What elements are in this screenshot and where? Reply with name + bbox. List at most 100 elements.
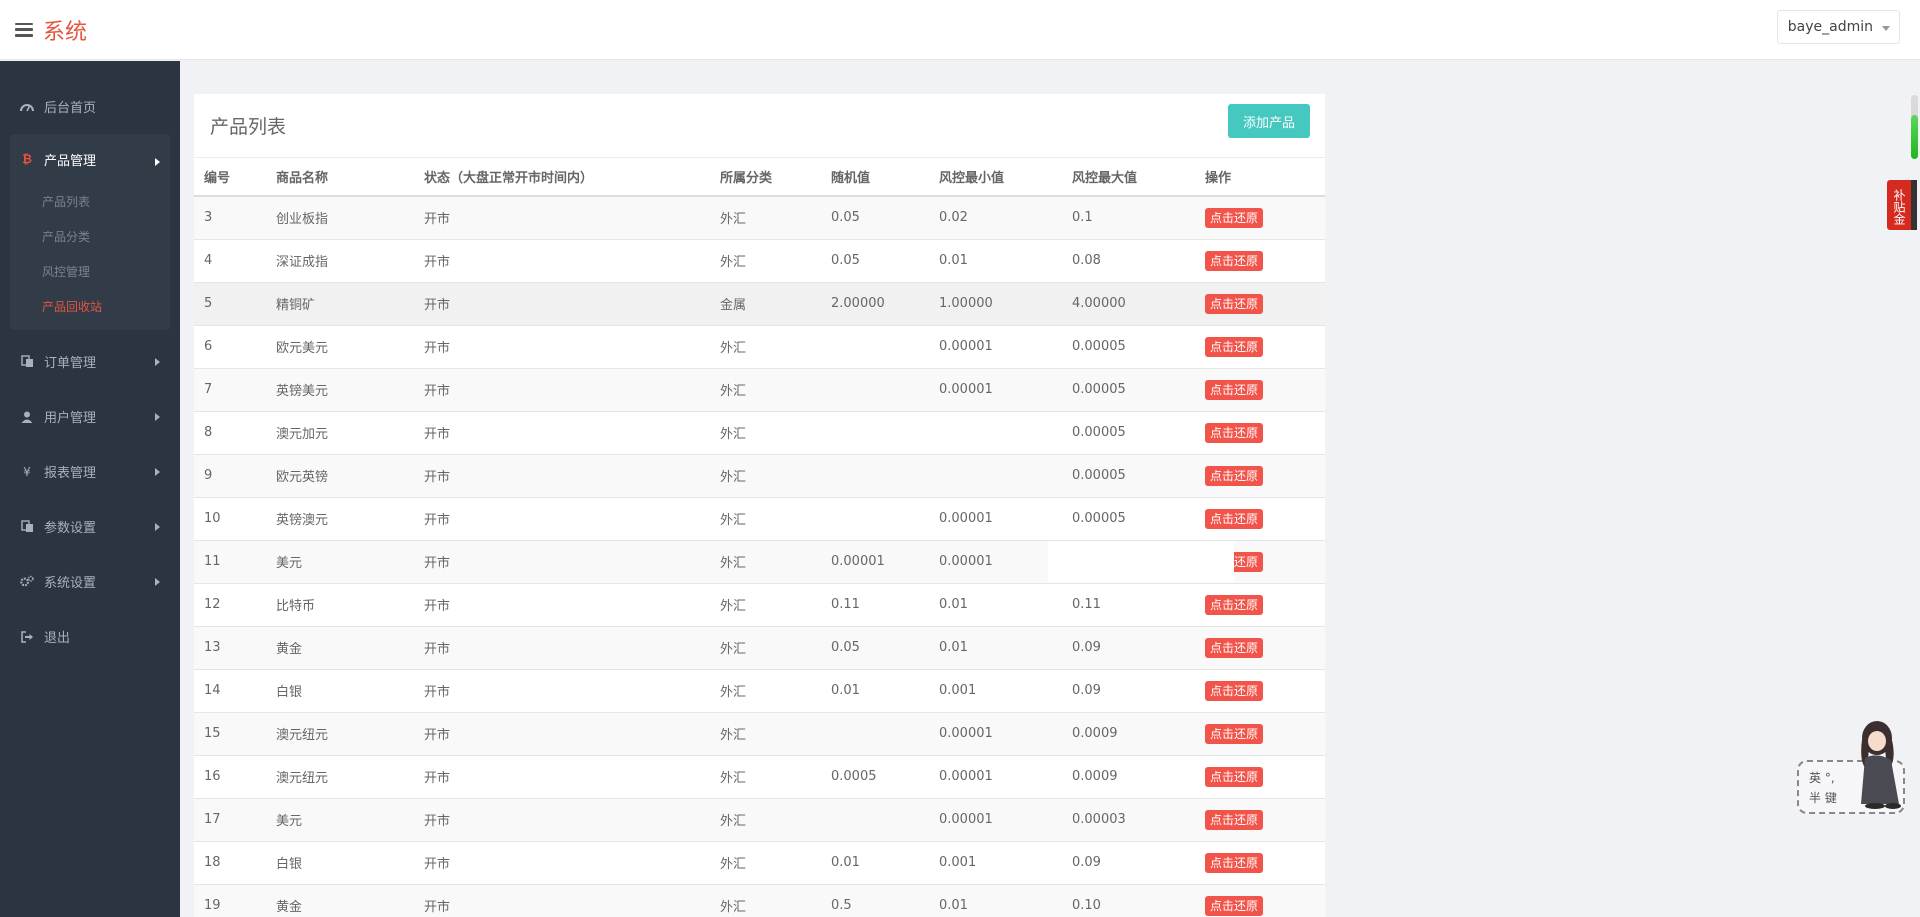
cell-actions: 点击还原 [1195, 798, 1325, 842]
sidebar-subitem-recycle-bin[interactable]: 产品回收站 [10, 289, 170, 324]
cell-category: 外汇 [710, 239, 821, 283]
cell-category: 外汇 [710, 712, 821, 756]
restore-button[interactable]: 点击还原 [1205, 680, 1264, 701]
table-row: 10 英镑澳元 开市 外汇 0.00001 0.00005 点击还原 [194, 497, 1325, 541]
chevron-right-icon [155, 468, 160, 476]
restore-button[interactable]: 点击还原 [1205, 336, 1264, 357]
documents-icon [20, 520, 34, 534]
cell-category: 外汇 [710, 884, 821, 917]
restore-button[interactable]: 点击还原 [1205, 594, 1264, 615]
ime-widget[interactable]: 英 °, 半 键 [1795, 718, 1915, 818]
cell-status: 开市 [414, 626, 710, 670]
cell-risk-min: 0.00001 [929, 497, 1062, 541]
cell-actions: 点击还原 [1195, 282, 1325, 326]
sign-out-icon [20, 630, 34, 644]
restore-button[interactable]: 点击还原 [1205, 637, 1264, 658]
cell-status: 开市 [414, 282, 710, 326]
cell-name: 白银 [266, 841, 414, 885]
sidebar-item-logout[interactable]: 退出 [0, 609, 180, 664]
cell-risk-max: 0.09 [1062, 669, 1195, 713]
cell-risk-min: 0.00001 [929, 368, 1062, 412]
sidebar-item-reports[interactable]: ¥ 报表管理 [0, 444, 180, 499]
sidebar-subitem-product-list[interactable]: 产品列表 [10, 184, 170, 219]
cell-status: 开市 [414, 712, 710, 756]
cell-random [821, 411, 929, 455]
cell-risk-min: 0.001 [929, 841, 1062, 885]
cell-name: 欧元美元 [266, 325, 414, 369]
cell-name: 英镑美元 [266, 368, 414, 412]
restore-button[interactable]: 点击还原 [1205, 766, 1264, 787]
page-title: 产品列表 [210, 116, 287, 138]
sidebar-item-system[interactable]: 系统设置 [0, 554, 180, 609]
cell-status: 开市 [414, 454, 710, 498]
cell-status: 开市 [414, 540, 710, 584]
cell-actions: 点击还原 [1195, 626, 1325, 670]
sidebar-subitem-product-category[interactable]: 产品分类 [10, 219, 170, 254]
table-row: 6 欧元美元 开市 外汇 0.00001 0.00005 点击还原 [194, 325, 1325, 369]
caret-down-icon [1882, 26, 1890, 31]
restore-button[interactable]: 点击还原 [1205, 723, 1264, 744]
restore-button[interactable]: 点击还原 [1205, 895, 1264, 916]
cell-category: 外汇 [710, 626, 821, 670]
restore-button[interactable]: 点击还原 [1205, 852, 1264, 873]
gears-icon [20, 575, 34, 589]
sidebar-item-orders[interactable]: 订单管理 [0, 334, 180, 389]
cell-risk-max: 0.00005 [1062, 497, 1195, 541]
cell-status: 开市 [414, 411, 710, 455]
restore-button[interactable]: 点击还原 [1205, 293, 1264, 314]
chevron-right-icon [155, 523, 160, 531]
sidebar-item-label: 订单管理 [44, 356, 97, 371]
sidebar-item-users[interactable]: 用户管理 [0, 389, 180, 444]
table-row: 9 欧元英镑 开市 外汇 0.00005 点击还原 [194, 454, 1325, 498]
restore-button[interactable]: 点击还原 [1205, 379, 1264, 400]
cell-id: 18 [194, 841, 266, 885]
cell-name: 美元 [266, 540, 414, 584]
chevron-right-icon [155, 413, 160, 421]
cell-random: 0.01 [821, 669, 929, 713]
cell-risk-max: 0.00005 [1062, 325, 1195, 369]
cell-name: 创业板指 [266, 196, 414, 240]
restore-button[interactable]: 点击还原 [1205, 508, 1264, 529]
cell-status: 开市 [414, 669, 710, 713]
hamburger-menu-icon[interactable] [15, 22, 33, 37]
sidebar-item-label: 后台首页 [44, 101, 97, 116]
table-row: 18 白银 开市 外汇 0.01 0.001 0.09 点击还原 [194, 841, 1325, 885]
cell-id: 15 [194, 712, 266, 756]
cell-status: 开市 [414, 841, 710, 885]
scroll-indicator[interactable] [1911, 95, 1918, 159]
cell-id: 16 [194, 755, 266, 799]
cell-risk-max: 0.09 [1062, 841, 1195, 885]
sidebar-item-label: 系统设置 [44, 576, 97, 591]
cell-risk-max: 0.00003 [1062, 798, 1195, 842]
user-dropdown[interactable]: baye_admin [1776, 10, 1900, 44]
restore-button[interactable]: 点击还原 [1205, 250, 1264, 271]
sidebar-subitem-risk-control[interactable]: 风控管理 [10, 254, 170, 289]
brand-title: 系统 [43, 19, 88, 45]
restore-button[interactable]: 点击还原 [1205, 465, 1264, 486]
cell-id: 7 [194, 368, 266, 412]
table-row: 4 深证成指 开市 外汇 0.05 0.01 0.08 点击还原 [194, 239, 1325, 283]
sidebar-item-params[interactable]: 参数设置 [0, 499, 180, 554]
cell-random [821, 712, 929, 756]
restore-button[interactable]: 点击还原 [1205, 422, 1264, 443]
restore-button[interactable]: 点击还原 [1205, 207, 1264, 228]
cell-actions: 点击还原 [1195, 368, 1325, 412]
cell-risk-min [929, 411, 1062, 455]
bonus-side-tab[interactable]: 补贴金 [1887, 180, 1917, 230]
dashboard-icon [20, 100, 34, 114]
cell-category: 外汇 [710, 841, 821, 885]
cell-name: 深证成指 [266, 239, 414, 283]
cell-name: 精铜矿 [266, 282, 414, 326]
cell-name: 英镑澳元 [266, 497, 414, 541]
cell-category: 外汇 [710, 497, 821, 541]
cell-risk-max: 0.1 [1062, 196, 1195, 240]
sidebar-item-products[interactable]: ₿ 产品管理 [10, 134, 170, 184]
restore-button[interactable]: 点击还原 [1205, 809, 1264, 830]
cell-name: 澳元纽元 [266, 755, 414, 799]
cell-category: 外汇 [710, 411, 821, 455]
add-product-button[interactable]: 添加产品 [1228, 104, 1310, 138]
cell-actions: 点击还原 [1195, 454, 1325, 498]
table-row: 5 精铜矿 开市 金属 2.00000 1.00000 4.00000 点击还原 [194, 282, 1325, 326]
product-list-panel: 产品列表 添加产品 编号 商品名称 状态（大盘正常开市时间内） 所属分类 随机值… [194, 94, 1325, 917]
sidebar-item-dashboard[interactable]: 后台首页 [0, 79, 180, 134]
